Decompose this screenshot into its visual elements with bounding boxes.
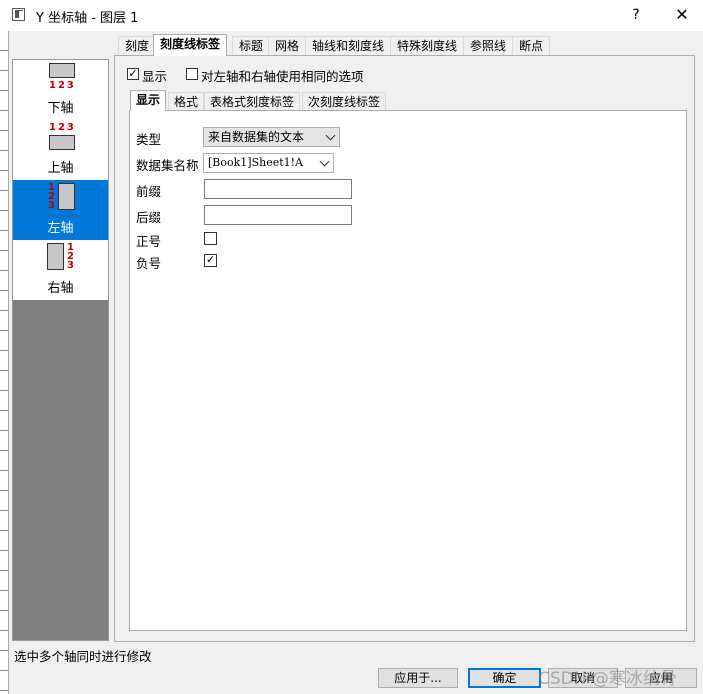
show-checkbox[interactable]: ✓ xyxy=(127,68,139,80)
same-options-checkbox[interactable] xyxy=(186,68,198,80)
left-axis-icon xyxy=(58,183,75,210)
axis-item-left[interactable]: 123 左轴 xyxy=(13,180,108,240)
suffix-input[interactable] xyxy=(204,205,352,225)
inner-tab-table-tick-labels[interactable]: 表格式刻度标签 xyxy=(204,92,301,110)
right-axis-icon xyxy=(47,243,64,270)
tab-grid[interactable]: 网格 xyxy=(268,36,307,55)
apply-to-button[interactable]: 应用于... xyxy=(378,668,458,688)
axis-label: 上轴 xyxy=(47,161,74,176)
suffix-label: 后缀 xyxy=(136,210,162,225)
same-options-label: 对左轴和右轴使用相同的选项 xyxy=(201,69,364,84)
window-icon xyxy=(12,8,25,21)
tab-title[interactable]: 标题 xyxy=(232,36,271,55)
dataset-label: 数据集名称 xyxy=(136,158,199,173)
plus-sign-label: 正号 xyxy=(136,234,162,249)
minus-sign-label: 负号 xyxy=(136,256,162,271)
prefix-input[interactable] xyxy=(204,179,352,199)
axis-label: 下轴 xyxy=(47,101,74,116)
axis-label: 右轴 xyxy=(47,281,74,296)
watermark: CSDN @寒冰纳骨 xyxy=(538,669,677,689)
help-button[interactable]: ? xyxy=(626,4,646,26)
axis-item-right[interactable]: 123 右轴 xyxy=(13,240,108,300)
axis-numbers: 123 xyxy=(49,80,76,91)
prefix-label: 前缀 xyxy=(136,184,162,199)
dataset-select[interactable]: [Book1]Sheet1!A xyxy=(203,153,334,173)
chevron-down-icon xyxy=(319,156,330,167)
plus-sign-checkbox[interactable] xyxy=(204,232,217,245)
inner-tab-minor-tick-labels[interactable]: 次刻度线标签 xyxy=(302,92,387,110)
type-select[interactable]: 来自数据集的文本 xyxy=(203,127,340,147)
minus-sign-checkbox[interactable]: ✓ xyxy=(204,254,217,267)
axis-numbers: 123 xyxy=(49,122,76,133)
axis-item-top[interactable]: 123 上轴 xyxy=(13,120,108,180)
type-select-value: 来自数据集的文本 xyxy=(208,130,305,144)
axis-numbers: 123 xyxy=(48,182,55,211)
tab-axis-line-ticks[interactable]: 轴线和刻度线 xyxy=(305,36,392,55)
axis-label: 左轴 xyxy=(47,221,74,236)
axis-item-bottom[interactable]: 123 下轴 xyxy=(13,60,108,120)
axis-list[interactable]: 123 下轴 123 上轴 123 左轴 123 右轴 xyxy=(12,59,109,641)
tab-tick-labels[interactable]: 刻度线标签 xyxy=(153,34,228,56)
inner-tab-display[interactable]: 显示 xyxy=(130,90,167,111)
show-label: 显示 xyxy=(142,69,168,84)
background-window-edge xyxy=(0,31,9,694)
type-label: 类型 xyxy=(136,132,162,147)
window-title: Y 坐标轴 - 图层 1 xyxy=(36,11,139,26)
status-text: 选中多个轴同时进行修改 xyxy=(14,649,152,664)
axis-numbers: 123 xyxy=(67,242,74,271)
bottom-axis-icon xyxy=(49,63,75,78)
chevron-down-icon xyxy=(325,130,336,141)
inner-tab-format[interactable]: 格式 xyxy=(168,92,205,110)
title-bar: Y 坐标轴 - 图层 1 ? ✕ xyxy=(0,0,703,31)
ok-button[interactable]: 确定 xyxy=(468,668,541,688)
close-button[interactable]: ✕ xyxy=(671,4,693,26)
tab-breaks[interactable]: 断点 xyxy=(512,36,551,55)
tab-special-ticks[interactable]: 特殊刻度线 xyxy=(390,36,465,55)
top-axis-icon xyxy=(49,135,75,150)
dataset-select-value: [Book1]Sheet1!A xyxy=(208,156,303,169)
tab-reference-lines[interactable]: 参照线 xyxy=(463,36,514,55)
tab-scale[interactable]: 刻度 xyxy=(118,36,157,55)
